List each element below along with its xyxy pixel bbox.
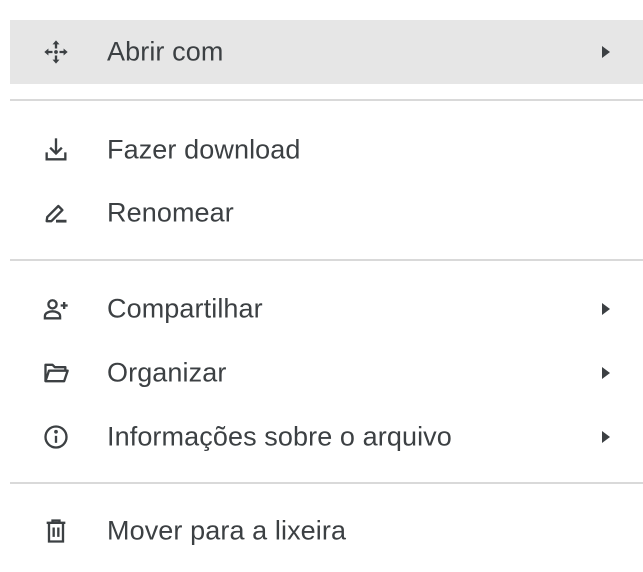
menu-item-label: Organizar <box>107 357 227 388</box>
menu-item-label: Informações sobre o arquivo <box>107 421 452 452</box>
menu-item-file-info[interactable]: Informações sobre o arquivo <box>10 405 643 469</box>
info-icon <box>40 421 72 453</box>
menu-item-label: Renomear <box>107 197 234 228</box>
menu-item-rename[interactable]: Renomear <box>10 181 643 245</box>
context-menu: Abrir com Fazer download Renomear Compar… <box>10 0 643 572</box>
menu-item-label: Compartilhar <box>107 293 263 324</box>
menu-divider <box>10 99 643 101</box>
submenu-arrow-icon <box>598 429 614 445</box>
menu-item-share[interactable]: Compartilhar <box>10 277 643 341</box>
download-icon <box>40 134 72 166</box>
submenu-arrow-icon <box>598 365 614 381</box>
submenu-arrow-icon <box>598 301 614 317</box>
menu-item-label: Abrir com <box>107 36 224 67</box>
open-with-icon <box>40 36 72 68</box>
rename-icon <box>40 197 72 229</box>
menu-item-organize[interactable]: Organizar <box>10 341 643 405</box>
menu-item-download[interactable]: Fazer download <box>10 118 643 182</box>
menu-divider <box>10 482 643 484</box>
menu-item-move-to-trash[interactable]: Mover para a lixeira <box>10 499 643 563</box>
menu-item-label: Mover para a lixeira <box>107 515 347 546</box>
trash-icon <box>40 515 72 547</box>
menu-divider <box>10 259 643 261</box>
submenu-arrow-icon <box>598 44 614 60</box>
menu-item-open-with[interactable]: Abrir com <box>10 20 643 84</box>
share-person-add-icon <box>40 293 72 325</box>
menu-item-label: Fazer download <box>107 134 301 165</box>
folder-open-icon <box>40 357 72 389</box>
